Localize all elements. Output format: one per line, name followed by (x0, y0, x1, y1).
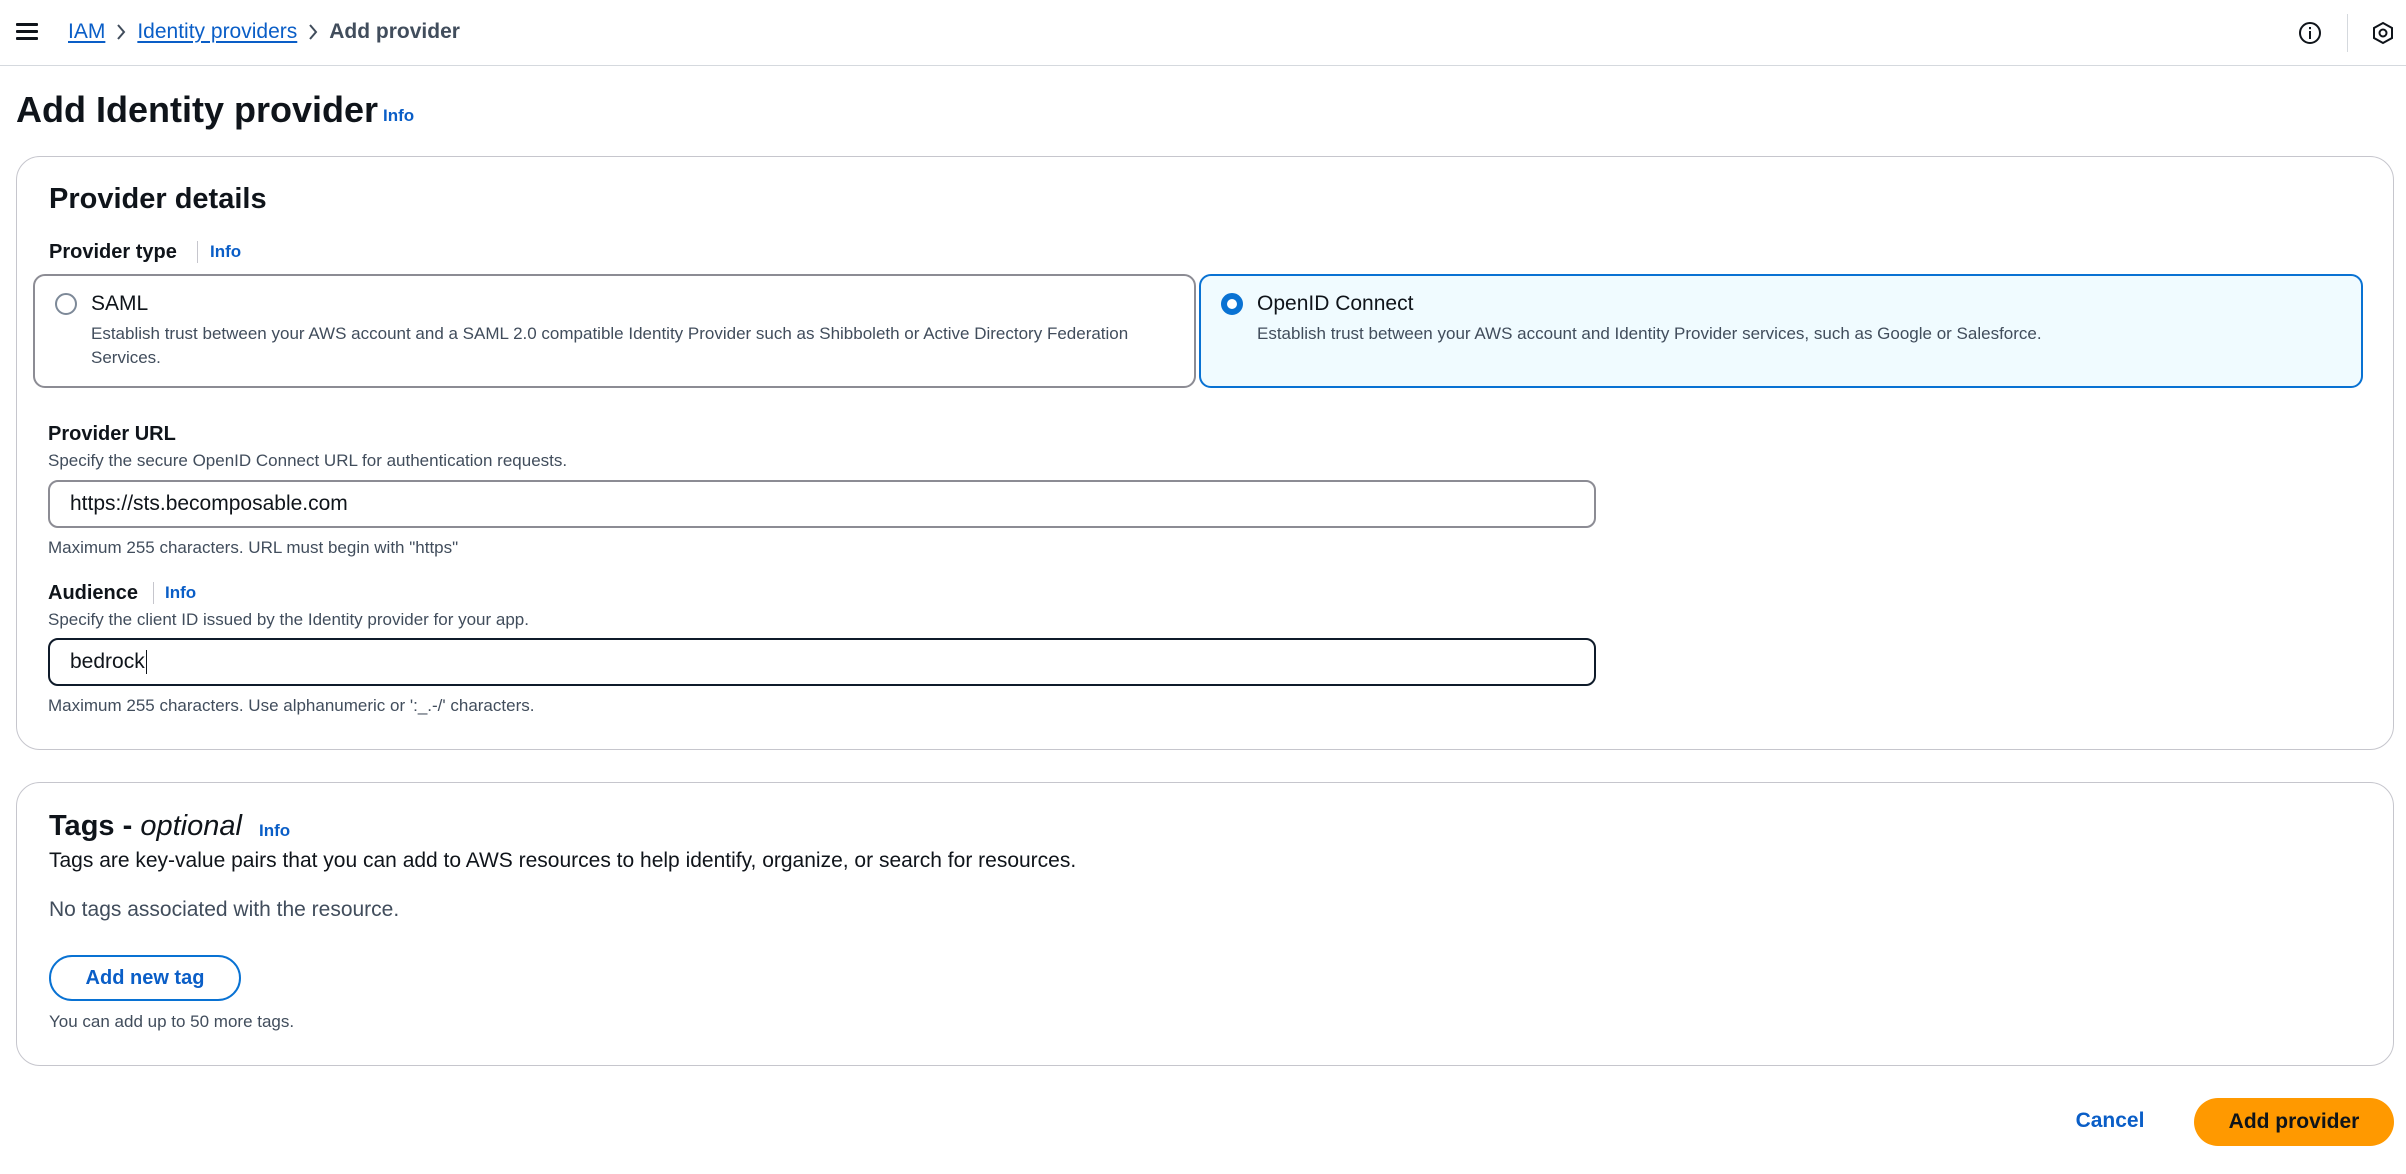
provider-type-info-link[interactable]: Info (210, 242, 241, 262)
page-title: Add Identity provider (16, 89, 379, 130)
chevron-right-icon (105, 20, 137, 44)
breadcrumb-link-iam[interactable]: IAM (68, 20, 105, 44)
hamburger-menu-icon[interactable] (16, 23, 38, 41)
tags-heading-text: Tags - (49, 810, 141, 842)
info-circle-icon[interactable] (2298, 21, 2322, 45)
tags-heading-optional: optional (140, 810, 242, 842)
breadcrumb-link-identity-providers[interactable]: Identity providers (137, 20, 297, 44)
label-divider (153, 582, 154, 604)
saml-option-title: SAML (91, 292, 149, 315)
openid-connect-option-description: Establish trust between your AWS account… (1257, 324, 2042, 343)
openid-connect-option-title: OpenID Connect (1257, 292, 1414, 315)
provider-type-option-saml[interactable]: SAML Establish trust between your AWS ac… (33, 274, 1196, 388)
provider-details-heading: Provider details (49, 183, 267, 215)
tags-info-link[interactable]: Info (259, 821, 290, 841)
provider-type-option-openid-connect[interactable]: OpenID Connect Establish trust between y… (1199, 274, 2363, 388)
top-navigation-bar: IAM Identity providers Add provider (0, 0, 2406, 66)
breadcrumb: IAM Identity providers Add provider (68, 20, 460, 44)
tags-limit-text: You can add up to 50 more tags. (49, 1012, 295, 1031)
add-new-tag-button[interactable]: Add new tag (49, 955, 241, 1001)
chevron-right-icon (297, 20, 329, 44)
text-cursor (145, 650, 147, 675)
settings-hex-icon[interactable] (2371, 21, 2395, 45)
audience-label: Audience (48, 582, 139, 604)
openid-connect-radio-button[interactable] (1221, 293, 1243, 315)
audience-info-link[interactable]: Info (165, 583, 196, 603)
tags-container: Tags - optional Info Tags are key-value … (16, 782, 2394, 1066)
provider-url-constraint: Maximum 255 characters. URL must begin w… (48, 538, 459, 557)
audience-input[interactable]: bedrock (48, 638, 1596, 686)
toolbar-divider (2347, 14, 2348, 52)
provider-type-label: Provider type (49, 241, 177, 263)
tags-heading: Tags - optional (49, 808, 242, 844)
provider-url-value: https://sts.becomposable.com (70, 492, 348, 515)
provider-url-label: Provider URL (48, 423, 176, 445)
page-info-link[interactable]: Info (383, 106, 414, 126)
saml-option-description: Establish trust between your AWS account… (91, 324, 1129, 367)
breadcrumb-current-page: Add provider (329, 20, 460, 43)
cancel-button[interactable]: Cancel (2060, 1098, 2160, 1144)
audience-value: bedrock (70, 650, 145, 673)
add-provider-button[interactable]: Add provider (2194, 1098, 2394, 1146)
audience-description: Specify the client ID issued by the Iden… (48, 610, 529, 629)
tags-empty-state: No tags associated with the resource. (49, 898, 400, 921)
label-divider (197, 241, 198, 263)
provider-url-input[interactable]: https://sts.becomposable.com (48, 480, 1596, 528)
audience-constraint: Maximum 255 characters. Use alphanumeric… (48, 696, 535, 715)
tags-description: Tags are key-value pairs that you can ad… (49, 849, 1077, 872)
saml-radio-button[interactable] (55, 293, 77, 315)
provider-url-description: Specify the secure OpenID Connect URL fo… (48, 451, 568, 470)
